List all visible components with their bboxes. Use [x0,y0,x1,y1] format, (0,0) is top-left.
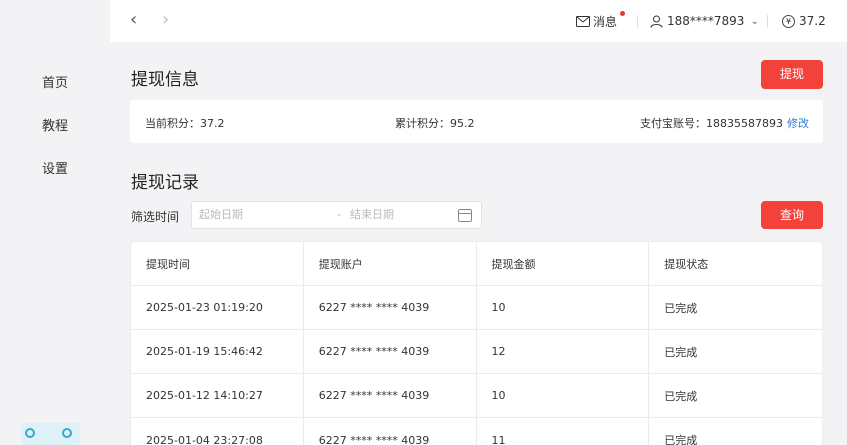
withdraw-info-title: 提现信息 [131,70,199,90]
messages-button[interactable]: 消息 [576,0,625,42]
user-menu[interactable]: 188****7893 ⌄ [650,0,759,42]
cell-amount: 12 [477,330,650,373]
cell-status: 已完成 [664,345,698,359]
date-separator: - [337,208,341,221]
cell-status: 已完成 [664,389,698,403]
table-row: 2025-01-19 15:46:42 6227 **** **** 4039 … [131,330,822,374]
withdraw-records-table: 提现时间 提现账户 提现金额 提现状态 2025-01-23 01:19:20 … [130,241,823,445]
logo-circle-icon [25,428,35,438]
logo-circle-icon [62,428,72,438]
alipay-account-group: 支付宝账号：18835587893 修改 [640,115,809,131]
topbar: ‹ › 消息 188****7893 ⌄ ¥ 37.2 [110,0,847,42]
cell-status: 已完成 [664,434,698,445]
cell-account: 6227 **** **** 4039 [304,418,477,445]
user-icon [650,15,663,28]
date-range-picker[interactable]: - [191,201,482,229]
sidebar-item-settings[interactable]: 设置 [0,158,110,177]
withdraw-button[interactable]: 提现 [761,60,823,89]
start-date-input[interactable] [199,208,309,221]
cell-account: 6227 **** **** 4039 [304,330,477,373]
table-header-row: 提现时间 提现账户 提现金额 提现状态 [131,242,822,286]
sidebar: 首页 教程 设置 [0,0,110,445]
cell-amount: 10 [477,374,650,417]
edit-alipay-link[interactable]: 修改 [787,117,809,130]
notification-dot [620,11,625,16]
table-row: 2025-01-23 01:19:20 6227 **** **** 4039 … [131,286,822,330]
cell-time: 2025-01-23 01:19:20 [131,286,304,329]
chevron-right-icon[interactable]: › [162,9,169,30]
balance-display[interactable]: ¥ 37.2 [782,0,826,42]
column-header-status: 提现状态 [664,257,709,271]
cell-time: 2025-01-04 23:27:08 [131,418,304,445]
alipay-account: 支付宝账号：18835587893 [640,117,783,130]
table-row: 2025-01-12 14:10:27 6227 **** **** 4039 … [131,374,822,418]
chevron-left-icon[interactable]: ‹ [130,9,137,30]
withdraw-records-title: 提现记录 [131,173,199,193]
query-button[interactable]: 查询 [761,201,823,229]
messages-label: 消息 [593,14,618,29]
current-points: 当前积分：37.2 [145,117,225,130]
cell-time: 2025-01-12 14:10:27 [131,374,304,417]
filter-time-label: 筛选时间 [131,210,180,224]
balance-value: 37.2 [799,14,826,28]
mail-icon [576,15,590,27]
total-points: 累计积分：95.2 [395,117,475,130]
withdraw-info-card: 当前积分：37.2 累计积分：95.2 支付宝账号：18835587893 修改 [130,100,823,143]
cell-amount: 10 [477,286,650,329]
cell-amount: 11 [477,418,650,445]
cell-account: 6227 **** **** 4039 [304,374,477,417]
corner-logo-icon [22,423,80,445]
column-header-time: 提现时间 [131,242,304,285]
sidebar-item-tutorial[interactable]: 教程 [0,115,110,134]
user-name: 188****7893 [667,14,745,28]
main-content: 提现信息 提现 当前积分：37.2 累计积分：95.2 支付宝账号：188355… [110,42,847,445]
yen-coin-icon: ¥ [782,14,795,28]
calendar-icon[interactable] [458,209,472,222]
divider [637,15,638,28]
cell-time: 2025-01-19 15:46:42 [131,330,304,373]
column-header-amount: 提现金额 [477,242,650,285]
column-header-account: 提现账户 [304,242,477,285]
table-row: 2025-01-04 23:27:08 6227 **** **** 4039 … [131,418,822,445]
cell-status: 已完成 [664,301,698,315]
end-date-input[interactable] [350,208,460,221]
cell-account: 6227 **** **** 4039 [304,286,477,329]
divider [767,15,768,28]
sidebar-item-home[interactable]: 首页 [0,72,110,91]
chevron-down-icon: ⌄ [750,15,759,27]
